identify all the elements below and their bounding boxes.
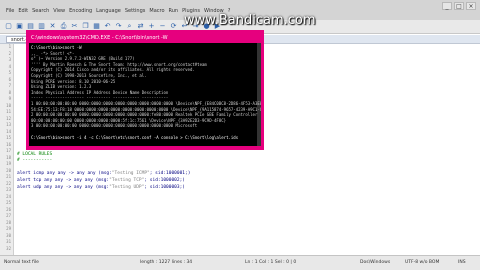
cmd-output-line: Using PCRE version: 8.10 2010-06-25 bbox=[31, 78, 116, 84]
cmd-output-line: 00:00:00:00:00:00 0000:0000:0000:0000:5f… bbox=[31, 117, 227, 123]
cmd-output-line: 1 00:00:00:00:00:00 0000:0000:0000:0000:… bbox=[31, 101, 261, 106]
line-number: 32 bbox=[6, 245, 11, 251]
cmd-output-line: C:\Snort\bin>snort -W bbox=[31, 45, 82, 50]
rule-line-icmp: alert icmp any any -> any any (msg:"Test… bbox=[17, 171, 191, 176]
minimize-button[interactable]: _ bbox=[442, 2, 452, 10]
status-insert-mode: INS bbox=[458, 260, 466, 265]
comment-line: # LOCAL RULES bbox=[17, 152, 53, 157]
cmd-output-line: Copyright (C) 2014 Cisco and/or its affi… bbox=[31, 67, 195, 73]
open-icon[interactable]: ▣ bbox=[15, 22, 24, 31]
menu-item[interactable]: Macro bbox=[149, 6, 164, 16]
maximize-button[interactable]: □ bbox=[454, 2, 464, 10]
rule-line-tcp: alert tcp any any -> any any (msg:"Testi… bbox=[17, 178, 185, 183]
menu-item[interactable]: View bbox=[53, 6, 65, 16]
rule-line-udp: alert udp any any -> any any (msg:"Testi… bbox=[17, 185, 185, 190]
command-prompt-window[interactable]: C:\windows\system32\CMD.EXE - C:\Snort\b… bbox=[26, 30, 264, 150]
close-button[interactable]: × bbox=[466, 2, 476, 10]
new-icon[interactable]: ▢ bbox=[4, 22, 13, 31]
status-file-type: Normal text file bbox=[4, 260, 39, 265]
status-eol: Dos\Windows bbox=[360, 260, 391, 265]
cmd-output-line: ,,_ -*> Snort! <*- bbox=[31, 50, 75, 56]
status-position: Ln : 1 Col : 1 Sel : 0 | 0 bbox=[245, 260, 297, 265]
status-encoding: UTF-8 w/o BOM bbox=[405, 260, 440, 265]
comment-line: # ----------- bbox=[17, 158, 53, 163]
menu-item[interactable]: Language bbox=[96, 6, 121, 16]
command-prompt-title: C:\windows\system32\CMD.EXE - C:\Snort\b… bbox=[31, 35, 168, 41]
cmd-output-line: 2 00:00:00:00:00:00 0000:0000:0000:0000:… bbox=[31, 112, 258, 118]
command-prompt-output: C:\Snort\bin>snort -W ,,_ -*> Snort! <*-… bbox=[29, 43, 261, 146]
cmd-output-line: Index Physical Address IP Address Device… bbox=[31, 89, 169, 95]
menu-item[interactable]: Edit bbox=[18, 6, 28, 16]
cmd-output-line: o" )~ Version 2.9.7.2-WIN32 GRE (Build 1… bbox=[31, 56, 135, 62]
window-controls: _ □ × bbox=[442, 2, 476, 10]
cmd-output-line: Using ZLIB version: 1.2.3 bbox=[31, 84, 92, 90]
cmd-output-line: 3 00:00:00:00:00:00 0000:0000:0000:0000:… bbox=[31, 123, 198, 129]
cmd-output-line: 54:EE:75:13:F8:18 0000:0000:0000:0000:00… bbox=[31, 106, 261, 112]
menu-item[interactable]: Search bbox=[32, 6, 49, 16]
cmd-output-line: ----- ---------------- ---------- ------… bbox=[31, 95, 169, 101]
menu-item[interactable]: Run bbox=[169, 6, 179, 16]
status-length: length : 1227 lines : 34 bbox=[140, 260, 193, 265]
line-number-gutter: 1 2 3 4 5 6 7 8 9 10 11 12 13 14 15 16 17 18 19 20 21 22 23 24 2… bbox=[0, 44, 14, 255]
menu-item[interactable]: Encoding bbox=[69, 6, 92, 16]
menu-item[interactable]: Settings bbox=[125, 6, 146, 16]
cmd-output-line: C:\Snort\bin>snort -i 4 -c C:\Snort\etc\… bbox=[31, 134, 239, 140]
cmd-output-line: Copyright (C) 1998-2013 Sourcefire, Inc.… bbox=[31, 73, 147, 78]
bandicam-watermark: www.Bandicam.com bbox=[184, 13, 316, 28]
status-bar: Normal text file length : 1227 lines : 3… bbox=[0, 255, 480, 270]
cmd-scrollbar[interactable] bbox=[257, 43, 261, 146]
menu-item[interactable]: File bbox=[6, 6, 14, 16]
cmd-output-line: '''' By Martin Roesch & The Snort Team: … bbox=[31, 61, 207, 67]
